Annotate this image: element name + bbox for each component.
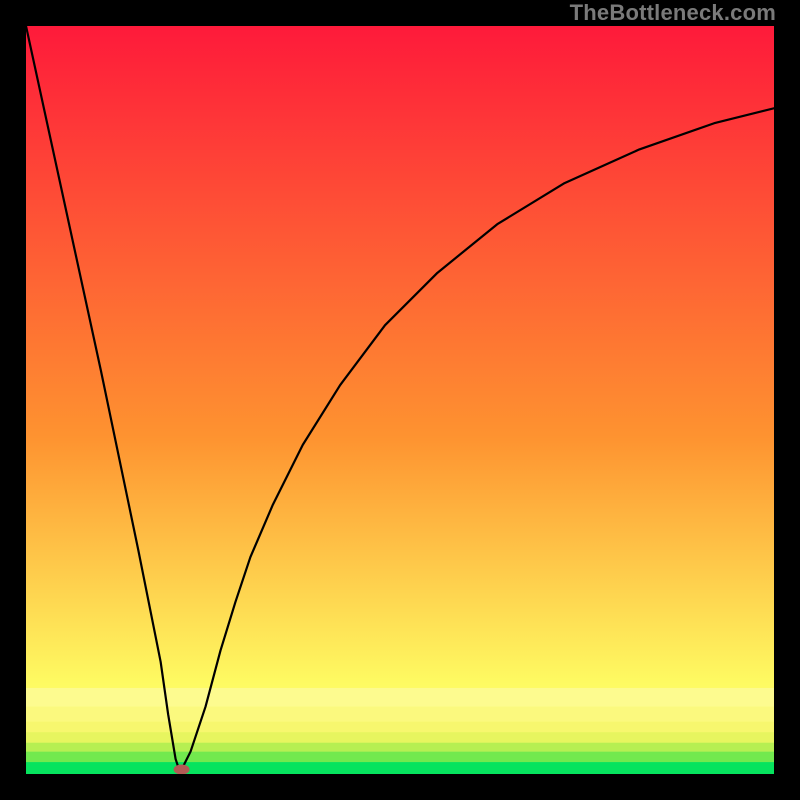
band [26, 743, 774, 752]
band [26, 722, 774, 732]
bottleneck-chart [26, 26, 774, 774]
band [26, 762, 774, 774]
band [26, 688, 774, 707]
band [26, 752, 774, 762]
bottom-green-bands [26, 688, 774, 774]
chart-frame: TheBottleneck.com [0, 0, 800, 800]
band [26, 707, 774, 722]
gradient-background [26, 26, 774, 774]
attribution-label: TheBottleneck.com [570, 0, 776, 26]
plot-area [26, 26, 774, 774]
band [26, 732, 774, 742]
